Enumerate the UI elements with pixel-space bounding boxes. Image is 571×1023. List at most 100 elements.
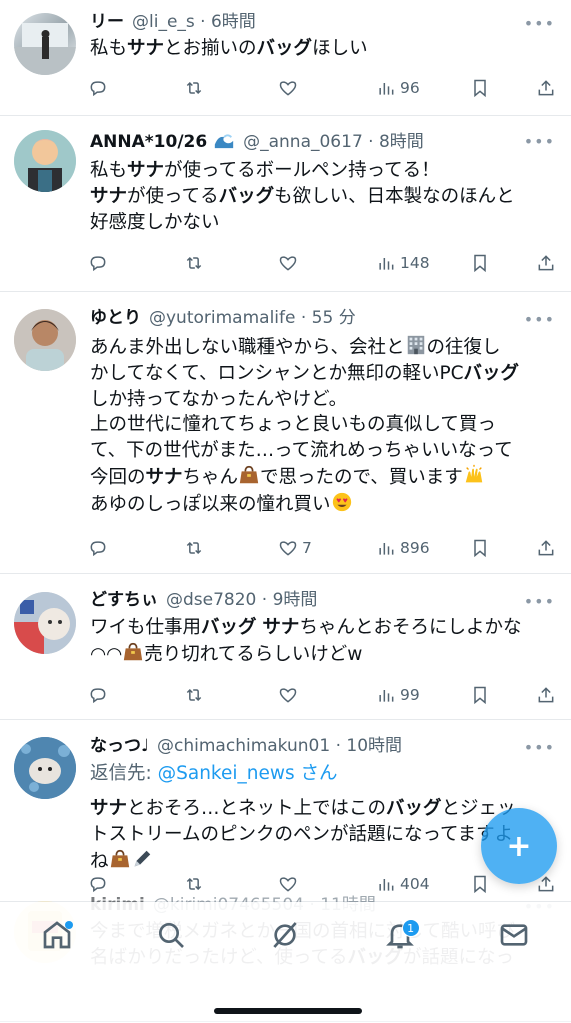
like-icon [279, 877, 297, 892]
compose-button[interactable]: + [481, 808, 557, 884]
handbag-emoji-icon [238, 464, 260, 486]
like-button[interactable]: 7 [278, 534, 312, 562]
avatar[interactable] [14, 309, 76, 371]
tweet-actions: 148 [88, 249, 557, 277]
tweet-actions: 99 [88, 681, 557, 709]
reply-button[interactable] [88, 534, 108, 562]
author-name[interactable]: ゆとり [90, 306, 141, 330]
views-button[interactable]: 896 [376, 534, 430, 562]
highlighted-keyword: サナ [145, 466, 183, 488]
author-name[interactable]: ANNA*10/26 [90, 128, 235, 154]
views-icon [379, 83, 394, 95]
views-count: 99 [400, 686, 420, 704]
views-button[interactable]: 99 [376, 681, 420, 709]
highlighted-keyword: バッグ [386, 798, 442, 819]
reply-button[interactable] [88, 249, 108, 277]
text-segment: て、下の世代がまた…って流れめっちゃいいなって [90, 440, 513, 462]
views-button[interactable]: 148 [376, 249, 430, 277]
more-options-icon[interactable]: ••• [524, 310, 555, 329]
author-handle-time: @yutorimamalife · 55 分 [149, 308, 356, 328]
author-name[interactable]: なっつ♩ [90, 734, 149, 758]
bookmark-icon [474, 539, 486, 558]
repost-button[interactable] [184, 681, 204, 709]
repost-button[interactable] [184, 249, 204, 277]
more-options-icon[interactable]: ••• [524, 738, 555, 757]
tweet-actions: 96 [88, 74, 557, 102]
building-emoji-icon [405, 334, 427, 356]
repost-button[interactable] [184, 534, 204, 562]
bookmark-button[interactable] [470, 681, 490, 709]
like-icon [279, 688, 297, 703]
highlighted-keyword: バッグ [463, 362, 520, 384]
text-segment: ちゃんとおそろにしよかな [299, 617, 522, 638]
tweet-text-line: サナとおそろ…とネット上ではこのバッグとジェッ [90, 796, 549, 822]
avatar[interactable] [14, 592, 76, 654]
reply-button[interactable] [88, 681, 108, 709]
avatar[interactable] [14, 737, 76, 799]
heart-eyes-emoji-icon [331, 491, 353, 513]
share-button[interactable] [536, 249, 556, 277]
highlighted-keyword: サナ [90, 798, 128, 819]
repost-button[interactable] [184, 74, 204, 102]
more-options-icon[interactable]: ••• [524, 132, 555, 151]
handbag-emoji-icon [122, 641, 144, 663]
author-name[interactable]: リー [90, 10, 124, 34]
tweet-text-line: 今回のサナちゃん で思ったので、買います [90, 464, 549, 491]
share-icon [538, 80, 554, 96]
reply-prefix: 返信先: [90, 763, 158, 784]
views-icon [379, 543, 394, 555]
views-count: 404 [400, 875, 430, 893]
bottom-tab-bar: 1 [0, 902, 571, 968]
repost-icon [186, 81, 202, 95]
more-options-icon[interactable]: ••• [524, 592, 555, 611]
text-segment: 今回の [90, 466, 146, 488]
text-segment: 上の世代に憧れてちょっと良いもの真似して買っ [90, 414, 496, 436]
reply-button[interactable] [88, 74, 108, 102]
tab-messages[interactable] [494, 915, 534, 955]
reply-icon [90, 541, 106, 557]
author-name[interactable]: どすちぃ [90, 588, 158, 612]
mail-icon [500, 924, 528, 946]
highlighted-keyword: サナ [262, 617, 300, 638]
avatar[interactable] [14, 13, 76, 75]
avatar[interactable] [14, 130, 76, 192]
tweet-text: 私もサナとお揃いのバッグほしい [90, 36, 549, 62]
bookmark-icon [474, 686, 486, 705]
tweet[interactable]: なっつ♩ @chimachimakun01 · 10時間 ••• 返信先: @S… [0, 720, 571, 902]
reply-to-link[interactable]: @Sankei_news さん [158, 763, 338, 784]
tweet-text-line: ◠◠ 売り切れてるらしいけどw [90, 641, 549, 668]
text-segment: ちゃん [182, 466, 239, 488]
like-button[interactable] [278, 681, 298, 709]
tab-search[interactable] [151, 915, 191, 955]
share-button[interactable] [536, 681, 556, 709]
tab-home[interactable] [37, 915, 77, 955]
author-handle-time: @chimachimakun01 · 10時間 [157, 736, 403, 756]
share-button[interactable] [536, 534, 556, 562]
more-options-icon[interactable]: ••• [524, 14, 555, 33]
tweet[interactable]: リー @li_e_s · 6時間 ••• 私もサナとお揃いのバッグほしい 96 [0, 0, 571, 116]
tweet[interactable]: どすちぃ @dse7820 · 9時間 ••• ワイも仕事用バッグ サナちゃんと… [0, 574, 571, 720]
bookmark-button[interactable] [470, 74, 490, 102]
highlighted-keyword: サナ [127, 160, 165, 181]
tweet[interactable]: ANNA*10/26 @_anna_0617 · 8時間 ••• 私もサナが使っ… [0, 116, 571, 292]
text-segment: の往復し [426, 337, 501, 358]
text-segment: ◠◠ [90, 643, 123, 665]
like-button[interactable] [278, 74, 298, 102]
bookmark-button[interactable] [470, 249, 490, 277]
tweet-header: ゆとり @yutorimamalife · 55 分 [90, 306, 557, 330]
tweet-text: 私もサナが使ってるボールペン持ってる！ サナが使ってるバッグも欲しい、日本製なのほ… [90, 158, 549, 235]
like-button[interactable] [278, 249, 298, 277]
tweet-header: どすちぃ @dse7820 · 9時間 [90, 588, 557, 612]
views-count: 896 [400, 539, 430, 557]
text-segment: ね [90, 850, 109, 872]
hands-emoji-icon [463, 464, 485, 486]
highlighted-keyword: サナ [90, 185, 128, 207]
tweet-text-line: 好感度しかない [90, 210, 549, 236]
tab-grok[interactable] [265, 915, 305, 955]
views-button[interactable]: 96 [376, 74, 420, 102]
share-button[interactable] [536, 74, 556, 102]
tweet[interactable]: ゆとり @yutorimamalife · 55 分 ••• あんま外出しない職… [0, 292, 571, 574]
text-segment: 売り切れてるらしいけどw [144, 643, 363, 665]
bookmark-button[interactable] [470, 534, 490, 562]
tab-notifications[interactable]: 1 [380, 915, 420, 955]
